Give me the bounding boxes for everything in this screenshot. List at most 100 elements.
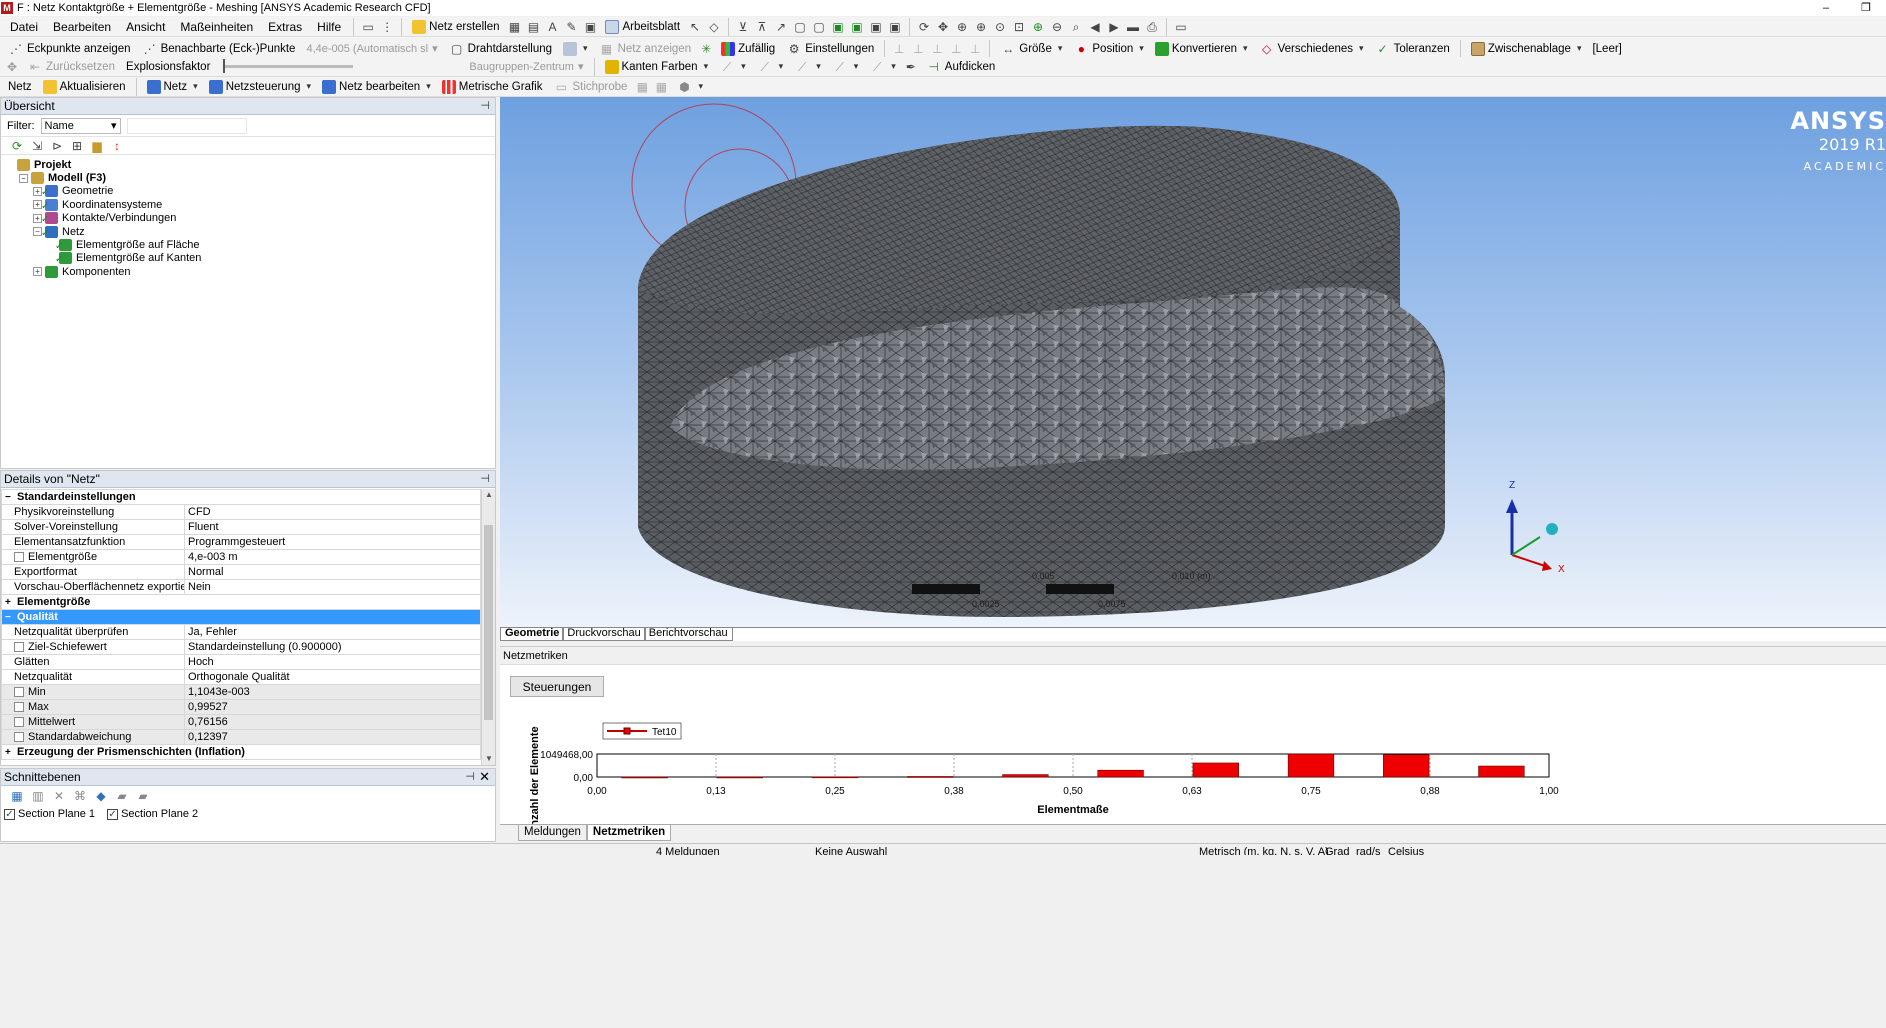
maximize-button[interactable]: ❐ (1846, 0, 1886, 16)
copy-section-icon[interactable]: ▥ (30, 788, 46, 804)
einstellungen-button[interactable]: ⚙ Einstellungen (782, 39, 878, 59)
benachbarte-button[interactable]: ⋰ Benachbarte (Eck-)Punkte (138, 39, 300, 59)
tree-item[interactable]: + ✓ Koordinatensysteme (5, 198, 495, 212)
details-row[interactable]: Max 0,99527 (1, 699, 481, 715)
details-row[interactable]: Min 1,1043e-003 (1, 684, 481, 700)
pan-icon[interactable]: ✥ (935, 19, 951, 35)
select-mesh-icon[interactable]: ▣ (868, 19, 884, 35)
pin-icon[interactable]: ⊣ (480, 99, 490, 112)
baugruppen-combo[interactable]: Baugruppen-Zentrum ▾ (465, 60, 587, 74)
property-value-cell[interactable]: Standardeinstellung (0.900000) (184, 639, 481, 655)
group-expander-icon[interactable]: + (5, 597, 14, 608)
filter-select[interactable]: Name ▾ (40, 117, 121, 134)
aktualisieren-button[interactable]: Aktualisieren (39, 77, 130, 96)
property-value-cell[interactable]: Nein (184, 579, 481, 595)
details-row[interactable]: Physikvoreinstellung CFD (1, 504, 481, 520)
mesh-disabled-icon-2[interactable]: ▦ (653, 79, 669, 95)
tree-item[interactable]: − ✓ Netz (5, 225, 495, 239)
konvertieren-dropdown[interactable]: Konvertieren (1151, 39, 1252, 59)
select-green2-icon[interactable]: ▣ (849, 19, 865, 35)
zoom-in-icon[interactable]: ⊕ (1030, 19, 1046, 35)
tree-item[interactable]: + Komponenten (5, 265, 495, 278)
zoom-out-icon[interactable]: ⊖ (1049, 19, 1065, 35)
netz-dropdown[interactable]: Netz (143, 77, 202, 96)
parameter-checkbox[interactable] (14, 702, 24, 713)
tree-item[interactable]: ✓ Elementgröße auf Fläche (5, 238, 495, 252)
expand-icon[interactable]: ⊳ (49, 138, 65, 154)
menu-extras[interactable]: Extras (262, 20, 308, 34)
plane-section-icon[interactable]: ▰ (114, 788, 130, 804)
scroll-thumb[interactable] (484, 525, 493, 720)
details-group-row[interactable]: − Standardeinstellungen (1, 489, 481, 505)
arbeitsblatt-button[interactable]: Arbeitsblatt (601, 17, 684, 36)
probe-icon-1[interactable]: ⊥ (891, 41, 907, 57)
group-cell[interactable]: + Elementgröße (1, 594, 481, 610)
ruler-icon[interactable]: ▬ (1125, 19, 1141, 35)
expander-icon[interactable]: − (19, 173, 28, 183)
kanten-farben-dropdown[interactable]: Kanten Farben (601, 57, 713, 76)
view-next-icon[interactable]: ▶ (1106, 19, 1122, 35)
comment-icon[interactable]: ✎ (563, 19, 579, 35)
edge-style-3-dropdown[interactable]: ⟋ (790, 57, 825, 76)
menu-ansicht[interactable]: Ansicht (120, 20, 171, 34)
property-value-cell[interactable]: Normal (184, 564, 481, 580)
new-section-icon[interactable]: ▦ (9, 788, 25, 804)
annotation-icon[interactable]: A (544, 19, 560, 35)
tab-meldungen[interactable]: Meldungen (518, 825, 587, 841)
refresh-tree-icon[interactable]: ⟳ (9, 138, 25, 154)
tree-item[interactable]: ✓ Elementgröße auf Kanten (5, 252, 495, 265)
edge-style-1-dropdown[interactable]: ⟋ (715, 57, 750, 76)
menu-hilfe[interactable]: Hilfe (311, 20, 347, 34)
section-icon[interactable]: ▦ (506, 19, 522, 35)
zwischenablage-dropdown[interactable]: Zwischenablage (1467, 39, 1586, 59)
tag-icon[interactable]: ◇ (706, 19, 722, 35)
status-units[interactable]: Metrisch (m, kg, N, s, V, A) (1199, 846, 1329, 855)
rotate-icon[interactable]: ⟳ (916, 19, 932, 35)
section-plane-2-item[interactable]: ✓ Section Plane 2 (107, 808, 198, 820)
netz-bearbeiten-dropdown[interactable]: Netz bearbeiten (318, 77, 435, 96)
select-mode-icon[interactable]: ▭ (360, 19, 376, 35)
probe-icon-4[interactable]: ⊥ (948, 41, 964, 57)
expand-all-icon[interactable]: ⊞ (69, 138, 85, 154)
select-elem-icon[interactable]: ▣ (887, 19, 903, 35)
property-value-cell[interactable]: Programmgesteuert (184, 534, 481, 550)
zoom-region-icon[interactable]: ⊡ (1011, 19, 1027, 35)
explosion-slider[interactable] (223, 59, 354, 73)
zoom-icon[interactable]: ⊕ (954, 19, 970, 35)
mesh-shade-dropdown[interactable]: ⬢ (672, 77, 707, 96)
pin-icon[interactable]: ⊣ (465, 770, 475, 783)
details-row[interactable]: Ziel-Schiefewert Standardeinstellung (0.9… (1, 639, 481, 655)
select-green-icon[interactable]: ▣ (830, 19, 846, 35)
probe-icon-3[interactable]: ⊥ (929, 41, 945, 57)
stichprobe-button[interactable]: ▭ Stichprobe (549, 77, 631, 96)
select-cursor-icon[interactable]: ↖ (687, 19, 703, 35)
menu-datei[interactable]: Datei (4, 20, 44, 34)
section-plane-1-item[interactable]: ✓ Section Plane 1 (4, 808, 95, 820)
edit-section-icon[interactable]: ⌘ (72, 788, 88, 804)
explode-icon[interactable]: ✥ (4, 59, 20, 75)
graphics-viewport[interactable]: Z X 0,005 0,010 (m) 0,0025 0,0075 ANSYS … (500, 97, 1886, 627)
netzsteuerung-dropdown[interactable]: Netzsteuerung (205, 77, 315, 96)
sort-icon[interactable]: ↕ (109, 138, 125, 154)
folder-icon[interactable]: ▆ (89, 138, 105, 154)
edge-style-5-dropdown[interactable]: ⟋ (865, 57, 900, 76)
show-section-icon[interactable]: ▰ (135, 788, 151, 804)
group-expander-icon[interactable]: − (5, 612, 14, 623)
zoom-fit-icon[interactable]: ⊙ (992, 19, 1008, 35)
chart-icon[interactable]: ▤ (525, 19, 541, 35)
probe-icon-5[interactable]: ⊥ (967, 41, 983, 57)
parameter-checkbox[interactable] (14, 732, 24, 743)
parameter-checkbox[interactable] (14, 717, 24, 728)
filter-point-icon[interactable]: ⊻ (735, 19, 751, 35)
status-temperature[interactable]: Celsius (1388, 846, 1424, 855)
status-rotation[interactable]: rad/s (1356, 846, 1380, 855)
select-body-icon[interactable]: ▢ (792, 19, 808, 35)
details-row[interactable]: Glätten Hoch (1, 654, 481, 670)
edge-style-4-dropdown[interactable]: ⟋ (828, 57, 863, 76)
tab-geometrie[interactable]: Geometrie (500, 627, 565, 641)
property-value-cell[interactable]: 4,e-003 m (184, 549, 481, 565)
menu-masseinheiten[interactable]: Maßeinheiten (174, 20, 259, 34)
expander-icon[interactable]: + (33, 267, 42, 277)
details-row[interactable]: Vorschau-Oberflächennetz exportieren Nein (1, 579, 481, 595)
parameter-checkbox[interactable] (14, 687, 24, 698)
